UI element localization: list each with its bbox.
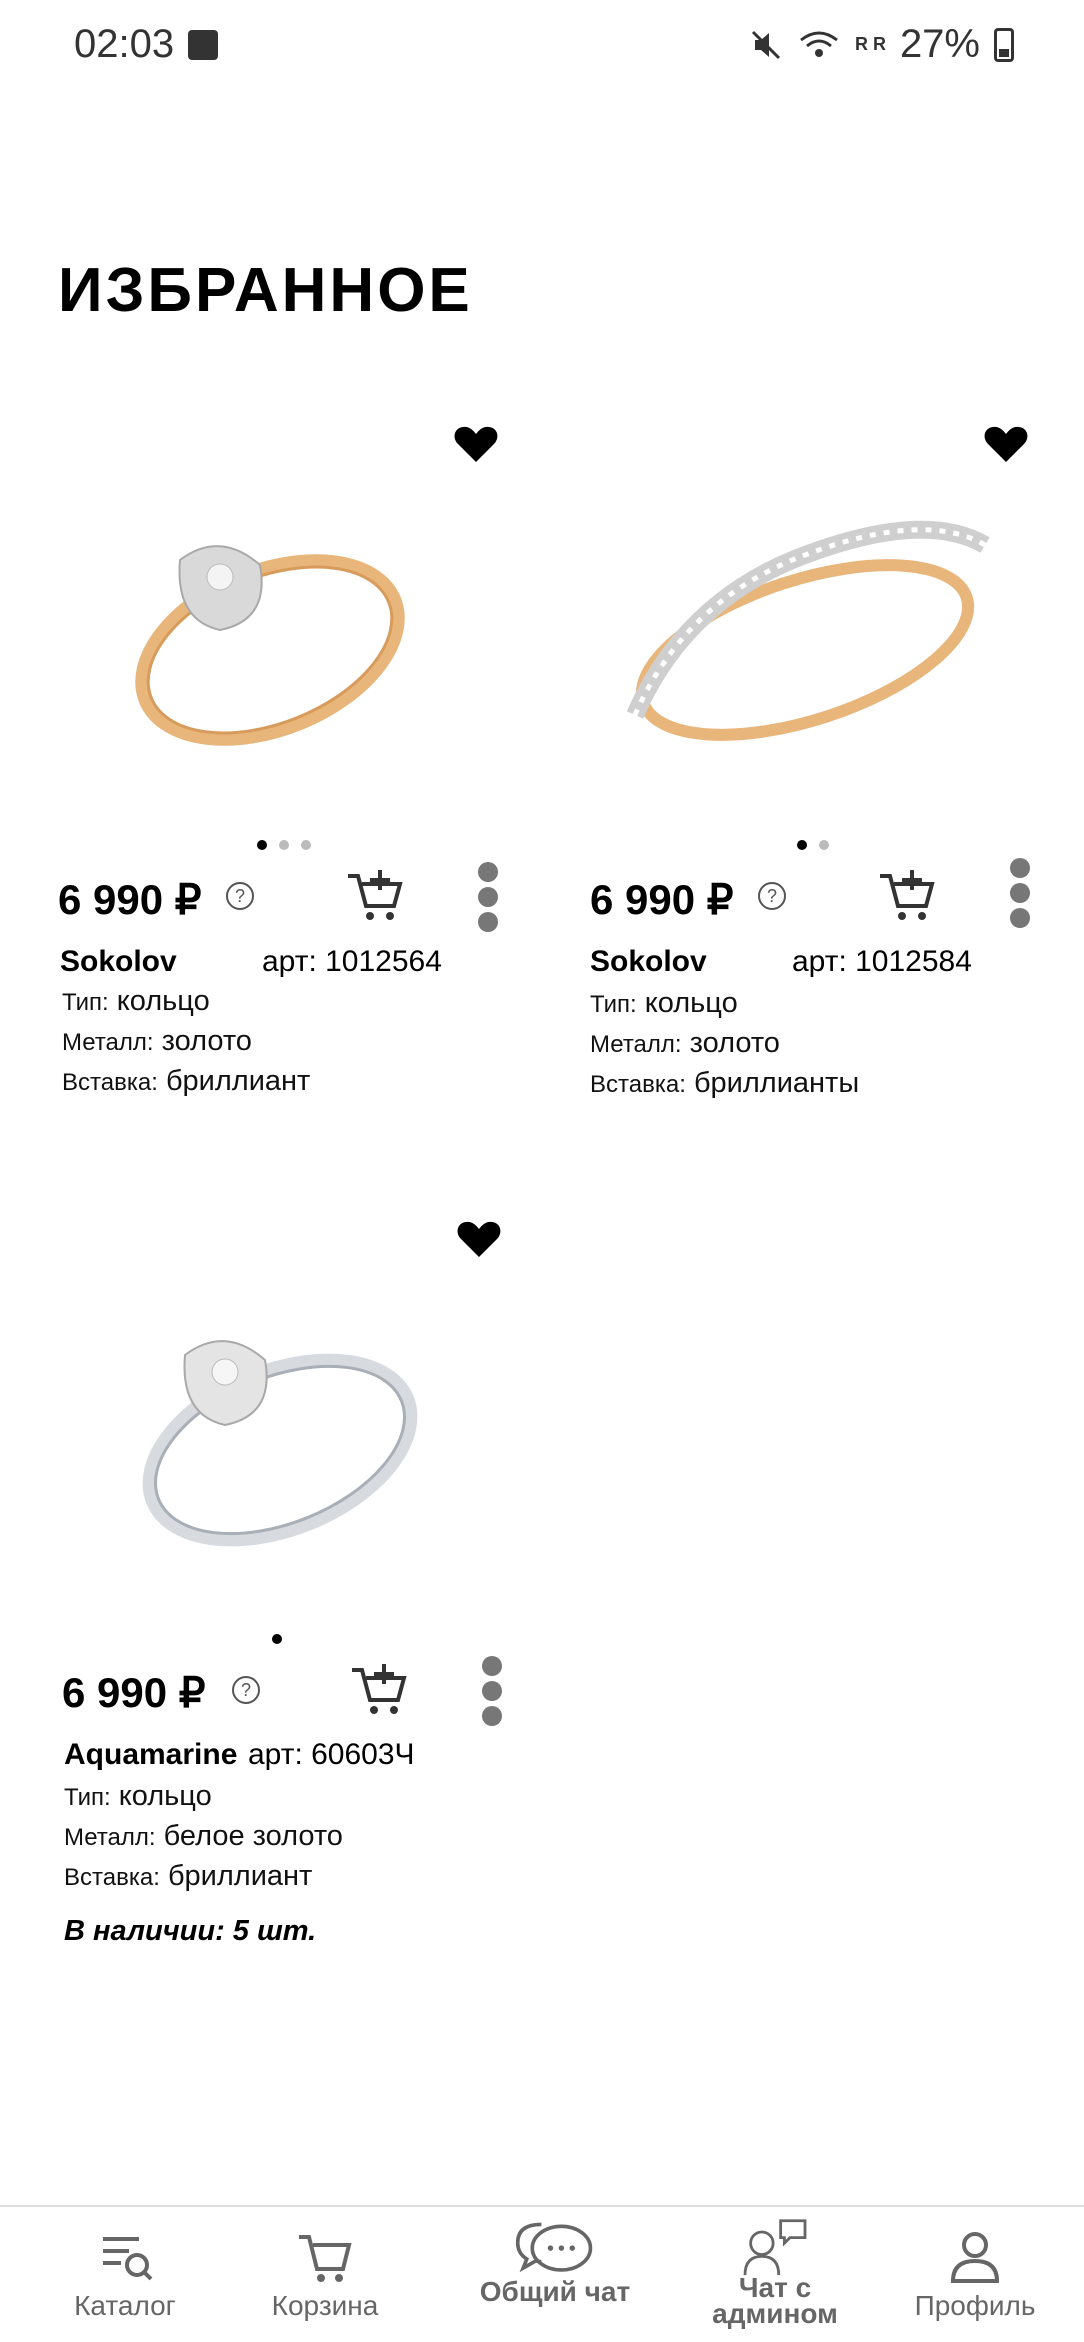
bottom-navigation: Каталог Корзина Общий чат Чат садмином [0, 2205, 1084, 2342]
product-insert: Вставка: бриллианты [590, 1067, 860, 1099]
image-pager [257, 840, 311, 850]
help-icon[interactable]: ? [226, 882, 254, 910]
notification-check-icon [188, 30, 218, 60]
battery-icon [994, 27, 1014, 62]
profile-icon [950, 2232, 1000, 2283]
image-pager [797, 840, 829, 850]
more-icon[interactable] [1008, 858, 1032, 928]
nav-profile[interactable]: Профиль [900, 2207, 1050, 2342]
product-price: 6 990 ₽ [58, 876, 202, 923]
nav-admin-chat-label: Чат с админом [712, 2272, 838, 2329]
help-icon[interactable]: ? [232, 1676, 260, 1704]
help-icon[interactable]: ? [758, 882, 786, 910]
wifi-icon [800, 31, 838, 57]
product-type: Тип: кольцо [62, 985, 210, 1017]
nav-general-chat[interactable]: Общий чат [470, 2207, 640, 2342]
product-price: 6 990 ₽ [62, 1669, 206, 1716]
product-image[interactable] [75, 1275, 475, 1575]
cart-add-icon[interactable] [350, 1660, 410, 1720]
cart-icon [299, 2235, 352, 2282]
status-time: 02:03 [74, 22, 175, 66]
more-icon[interactable] [480, 1656, 504, 1726]
stock-status: В наличии: 5 шт. [64, 1915, 317, 1947]
product-brand: Aquamarine [64, 1738, 238, 1771]
product-brand: Sokolov [60, 945, 177, 978]
catalog-search-icon [103, 2237, 153, 2281]
nav-profile-label: Профиль [914, 2290, 1036, 2321]
cart-add-icon[interactable] [346, 866, 406, 926]
battery-percent: 27% [899, 22, 980, 66]
product-type: Тип: кольцо [64, 1780, 212, 1812]
product-type: Тип: кольцо [590, 987, 738, 1019]
status-icons: R R 27% [749, 22, 1014, 67]
product-brand: Sokolov [590, 945, 707, 978]
product-insert: Вставка: бриллиант [62, 1065, 311, 1097]
product-metal: Металл: белое золото [64, 1820, 343, 1852]
product-article: арт: 1012584 [792, 945, 972, 978]
chat-bubbles-icon [515, 2222, 593, 2273]
product-metal: Металл: золото [62, 1025, 252, 1057]
page-title: ИЗБРАННОЕ [58, 256, 473, 325]
heart-icon[interactable] [982, 420, 1030, 468]
product-image[interactable] [70, 480, 470, 780]
product-insert: Вставка: бриллиант [64, 1860, 313, 1892]
nav-catalog-label: Каталог [74, 2290, 176, 2321]
product-metal: Металл: золото [590, 1027, 780, 1059]
nav-cart-label: Корзина [271, 2290, 379, 2321]
admin-chat-icon [743, 2219, 807, 2276]
signal-icon: R R [854, 34, 886, 54]
heart-icon[interactable] [452, 420, 500, 468]
product-article: арт: 1012564 [262, 945, 442, 978]
status-bar: 02:03 R R 27% [0, 0, 1084, 95]
nav-general-chat-label: Общий чат [479, 2276, 631, 2307]
heart-icon[interactable] [455, 1215, 503, 1263]
nav-cart[interactable]: Корзина [250, 2207, 400, 2342]
product-price: 6 990 ₽ [590, 876, 734, 923]
cart-add-icon[interactable] [878, 866, 938, 926]
more-icon[interactable] [476, 862, 500, 932]
nav-admin-chat[interactable]: Чат с админом [700, 2207, 850, 2342]
product-article: арт: 60603Ч [248, 1738, 415, 1771]
image-pager [272, 1634, 282, 1644]
mute-icon [751, 30, 780, 59]
product-image[interactable] [605, 480, 1005, 780]
nav-catalog[interactable]: Каталог [50, 2207, 200, 2342]
